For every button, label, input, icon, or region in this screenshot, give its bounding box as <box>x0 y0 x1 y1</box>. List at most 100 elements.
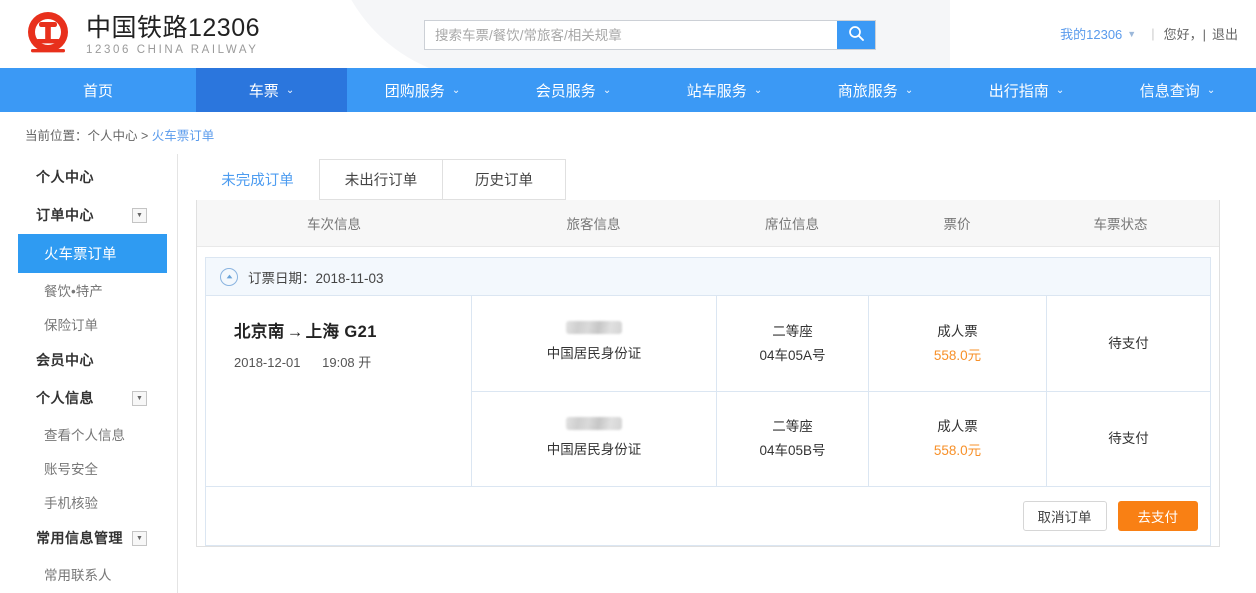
chevron-down-icon[interactable]: ▼ <box>1127 29 1136 39</box>
sidebar-label: 常用信息管理 <box>36 528 123 548</box>
status-cell: 待支付 <box>1047 296 1210 391</box>
arrive-station: 上海 <box>306 323 340 341</box>
sidebar-label: 常用联系人 <box>44 568 112 583</box>
chevron-down-icon[interactable]: ▼ <box>132 531 147 546</box>
page-body: 个人中心 订单中心 ▼ 火车票订单 餐饮•特产 保险订单 会员中心 个人信息 ▼… <box>0 154 1256 593</box>
seat-class: 二等座 <box>772 320 813 344</box>
chevron-down-icon[interactable]: ▼ <box>132 391 147 406</box>
ticket-type: 成人票 <box>937 320 978 344</box>
seat-cell: 二等座 04车05A号 <box>717 296 869 391</box>
ticket-price: 558.0元 <box>934 439 981 463</box>
train-date: 2018-12-01 <box>234 355 301 370</box>
brand-title-cn: 中国铁路12306 <box>86 16 260 41</box>
sidebar-group-personal-info[interactable]: 个人信息 ▼ <box>0 379 177 417</box>
go-to-pay-button[interactable]: 去支付 <box>1118 501 1199 531</box>
sidebar-item-common-contacts[interactable]: 常用联系人 <box>0 557 177 591</box>
tab-incomplete-orders[interactable]: 未完成订单 <box>196 159 320 200</box>
nav-item-travel-guide[interactable]: 出行指南 ⌄ <box>951 68 1102 112</box>
column-header-passenger: 旅客信息 <box>471 213 716 233</box>
sidebar-item-view-personal-info[interactable]: 查看个人信息 <box>0 417 177 451</box>
chevron-down-icon: ⌄ <box>905 85 913 96</box>
search-button[interactable] <box>837 21 875 49</box>
sidebar: 个人中心 订单中心 ▼ 火车票订单 餐饮•特产 保险订单 会员中心 个人信息 ▼… <box>0 154 178 593</box>
chevron-down-icon: ⌄ <box>754 85 762 96</box>
seat-number: 04车05A号 <box>759 344 825 368</box>
sidebar-label: 订单中心 <box>36 205 94 225</box>
arrow-right-icon: → <box>287 323 304 341</box>
table-row: 中国居民身份证 二等座 04车05A号 成人票 558.0元 <box>472 296 1210 391</box>
sidebar-group-member-center[interactable]: 会员中心 <box>0 341 177 379</box>
nav-item-member-service[interactable]: 会员服务 ⌄ <box>498 68 649 112</box>
order-tabs: 未完成订单 未出行订单 历史订单 <box>196 154 1220 200</box>
nav-item-group-buy[interactable]: 团购服务 ⌄ <box>347 68 498 112</box>
order-body: 北京南→上海 G21 2018-12-01 19:08 开 中国居民 <box>206 296 1210 487</box>
nav-label: 出行指南 <box>989 80 1049 101</box>
my-account-link[interactable]: 我的12306 <box>1060 24 1122 43</box>
search-box <box>424 20 876 50</box>
sidebar-item-train-ticket-orders[interactable]: 火车票订单 <box>18 234 167 273</box>
tab-label: 未完成订单 <box>221 169 294 190</box>
nav-item-tickets[interactable]: 车票 ⌄ <box>196 68 347 112</box>
nav-label: 团购服务 <box>385 80 445 101</box>
nav-item-info-query[interactable]: 信息查询 ⌄ <box>1102 68 1253 112</box>
nav-item-home[interactable]: 首页 <box>0 68 196 112</box>
brand-logo[interactable]: 中国铁路12306 12306 CHINA RAILWAY <box>22 8 260 60</box>
user-area: 我的12306 ▼ | 您好，| 退出 <box>1060 24 1238 43</box>
nav-label: 会员服务 <box>536 80 596 101</box>
passenger-name-redacted <box>566 321 622 334</box>
user-greeting: 您好，| <box>1164 24 1206 43</box>
orders-panel: 车次信息 旅客信息 席位信息 票价 车票状态 订票日期：2018-11-03 <box>196 200 1220 547</box>
chevron-down-icon: ⌄ <box>452 85 460 96</box>
search-input[interactable] <box>425 21 837 49</box>
price-cell: 成人票 558.0元 <box>869 296 1047 391</box>
nav-item-station-service[interactable]: 站车服务 ⌄ <box>649 68 800 112</box>
search-icon <box>848 25 865 45</box>
sidebar-label: 餐饮•特产 <box>44 284 103 299</box>
nav-label: 站车服务 <box>687 80 747 101</box>
chevron-down-icon[interactable]: ▼ <box>132 208 147 223</box>
seat-number: 04车05B号 <box>759 439 825 463</box>
divider: | <box>1151 26 1154 41</box>
ticket-type: 成人票 <box>937 415 978 439</box>
tab-label: 未出行订单 <box>345 169 418 190</box>
column-header-train: 车次信息 <box>197 213 471 233</box>
sidebar-label: 手机核验 <box>44 496 98 511</box>
train-time: 19:08 开 <box>322 355 371 370</box>
nav-label: 车票 <box>249 80 279 101</box>
chevron-down-icon: ⌄ <box>603 85 611 96</box>
collapse-up-icon[interactable] <box>220 268 238 286</box>
sidebar-item-dining-specialty[interactable]: 餐饮•特产 <box>0 273 177 307</box>
status-cell: 待支付 <box>1047 392 1210 486</box>
passenger-cell: 中国居民身份证 <box>472 392 717 486</box>
column-header-seat: 席位信息 <box>716 213 868 233</box>
seat-class: 二等座 <box>772 415 813 439</box>
tab-upcoming-orders[interactable]: 未出行订单 <box>319 159 443 200</box>
depart-station: 北京南 <box>234 323 285 341</box>
sidebar-label: 个人信息 <box>36 388 94 408</box>
sidebar-group-order-center[interactable]: 订单中心 ▼ <box>0 196 177 234</box>
passenger-id-type: 中国居民身份证 <box>547 342 642 366</box>
logout-link[interactable]: 退出 <box>1212 24 1238 43</box>
chevron-down-icon: ⌄ <box>286 85 294 96</box>
main-navigation: 首页 车票 ⌄ 团购服务 ⌄ 会员服务 ⌄ 站车服务 ⌄ 商旅服务 ⌄ 出行指南… <box>0 68 1256 112</box>
sidebar-group-personal-center[interactable]: 个人中心 <box>0 158 177 196</box>
column-header-status: 车票状态 <box>1046 213 1195 233</box>
breadcrumb-current[interactable]: 火车票订单 <box>152 129 215 143</box>
table-row: 中国居民身份证 二等座 04车05B号 成人票 558.0元 <box>472 391 1210 486</box>
sidebar-group-common-info[interactable]: 常用信息管理 ▼ <box>0 519 177 557</box>
ticket-price: 558.0元 <box>934 344 981 368</box>
cancel-order-button[interactable]: 取消订单 <box>1023 501 1107 531</box>
sidebar-label: 个人中心 <box>36 167 94 187</box>
sidebar-item-phone-verification[interactable]: 手机核验 <box>0 485 177 519</box>
nav-item-business-travel[interactable]: 商旅服务 ⌄ <box>800 68 951 112</box>
column-header-price: 票价 <box>868 213 1046 233</box>
sidebar-label: 查看个人信息 <box>44 428 125 443</box>
tab-history-orders[interactable]: 历史订单 <box>442 159 566 200</box>
order-date-label: 订票日期：2018-11-03 <box>248 267 384 287</box>
passenger-id-type: 中国居民身份证 <box>547 438 642 462</box>
site-header: 中国铁路12306 12306 CHINA RAILWAY 我的12306 ▼ … <box>0 0 1256 68</box>
sidebar-item-insurance-orders[interactable]: 保险订单 <box>0 307 177 341</box>
status-badge: 待支付 <box>1108 427 1149 451</box>
tab-label: 历史订单 <box>475 169 533 190</box>
sidebar-item-account-security[interactable]: 账号安全 <box>0 451 177 485</box>
